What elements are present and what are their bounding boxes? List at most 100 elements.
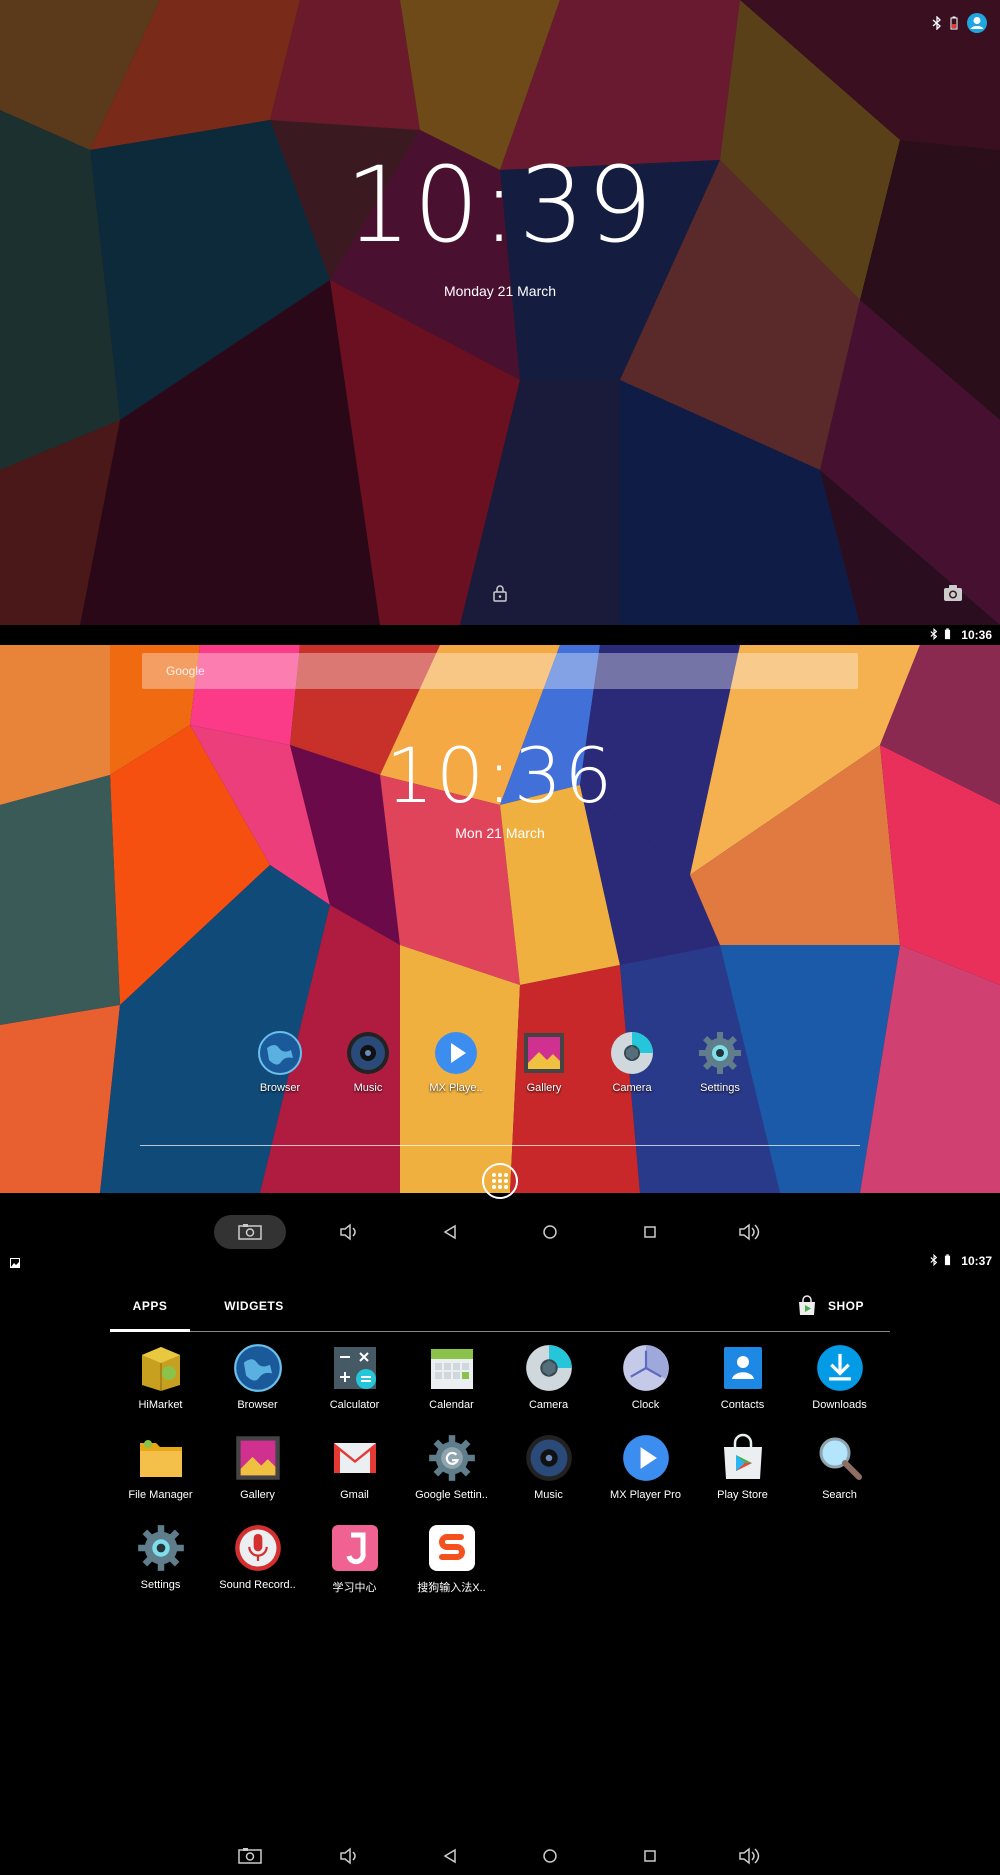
hotseat-browser[interactable]: Browser bbox=[240, 1030, 320, 1094]
mx-player-icon bbox=[435, 1032, 477, 1074]
home-wallpaper bbox=[0, 645, 1000, 1193]
app-gmail[interactable]: Gmail bbox=[306, 1433, 403, 1501]
hotseat-music[interactable]: Music bbox=[328, 1030, 408, 1094]
home-button[interactable] bbox=[530, 1213, 570, 1251]
volume-up-button[interactable] bbox=[730, 1213, 770, 1251]
volume-up-icon bbox=[739, 1847, 760, 1865]
app-clock[interactable]: Clock bbox=[597, 1343, 694, 1411]
calculator-icon bbox=[333, 1347, 376, 1389]
app-play-store[interactable]: Play Store bbox=[694, 1433, 791, 1501]
study-center-icon bbox=[331, 1525, 378, 1571]
recents-button[interactable] bbox=[630, 1837, 670, 1875]
apps-grid-icon bbox=[492, 1173, 508, 1189]
volume-down-button[interactable] bbox=[330, 1837, 370, 1875]
gallery-icon bbox=[235, 1436, 280, 1480]
back-icon bbox=[443, 1224, 456, 1240]
tab-apps[interactable]: APPS bbox=[110, 1283, 190, 1332]
app-calculator[interactable]: Calculator bbox=[306, 1343, 403, 1411]
camera-shortcut-icon[interactable] bbox=[943, 584, 963, 607]
app-gallery[interactable]: Gallery bbox=[209, 1433, 306, 1501]
drawer-status-bar: 10:37 bbox=[0, 1251, 1000, 1271]
app-grid: HiMarket Browser Calculator Calendar Cam… bbox=[112, 1343, 888, 1595]
back-button[interactable] bbox=[430, 1213, 470, 1251]
app-downloads[interactable]: Downloads bbox=[791, 1343, 888, 1411]
sound-recorder-icon bbox=[234, 1525, 281, 1571]
back-button[interactable] bbox=[430, 1837, 470, 1875]
status-time: 10:37 bbox=[961, 1254, 992, 1268]
google-search-label: Google bbox=[166, 664, 205, 678]
back-icon bbox=[443, 1848, 456, 1864]
recents-button[interactable] bbox=[630, 1213, 670, 1251]
app-sound-recorder[interactable]: Sound Record.. bbox=[209, 1523, 306, 1595]
drawer-tabs: APPS WIDGETS SHOP bbox=[110, 1283, 890, 1332]
bluetooth-icon bbox=[932, 15, 942, 35]
tab-widgets[interactable]: WIDGETS bbox=[214, 1283, 294, 1329]
battery-icon bbox=[944, 627, 951, 643]
status-time: 10:36 bbox=[961, 628, 992, 642]
home-button[interactable] bbox=[530, 1837, 570, 1875]
hotseat-settings[interactable]: Settings bbox=[680, 1030, 760, 1094]
drawer-navigation-bar bbox=[0, 1837, 1000, 1875]
app-mx-player[interactable]: MX Player Pro bbox=[597, 1433, 694, 1501]
camera-icon bbox=[525, 1345, 572, 1391]
volume-up-button[interactable] bbox=[730, 1837, 770, 1875]
file-manager-icon bbox=[139, 1440, 182, 1477]
app-browser[interactable]: Browser bbox=[209, 1343, 306, 1411]
volume-down-button[interactable] bbox=[330, 1213, 370, 1251]
volume-up-icon bbox=[739, 1223, 760, 1241]
bluetooth-icon bbox=[930, 1253, 938, 1269]
settings-icon bbox=[699, 1032, 741, 1074]
app-music[interactable]: Music bbox=[500, 1433, 597, 1501]
calendar-icon bbox=[430, 1349, 473, 1389]
app-camera[interactable]: Camera bbox=[500, 1343, 597, 1411]
screenshot-button[interactable] bbox=[230, 1213, 270, 1251]
lock-screen: 10:39 Monday 21 March bbox=[0, 0, 1000, 625]
bluetooth-icon bbox=[930, 627, 938, 643]
gallery-icon bbox=[524, 1033, 564, 1073]
all-apps-button[interactable] bbox=[482, 1163, 518, 1199]
shop-bag-icon bbox=[798, 1295, 815, 1315]
home-icon bbox=[543, 1225, 557, 1239]
battery-icon bbox=[944, 1253, 951, 1269]
camera-icon bbox=[611, 1032, 653, 1074]
home-date: Mon 21 March bbox=[455, 825, 545, 841]
app-sogou-input[interactable]: 搜狗输入法X.. bbox=[403, 1523, 500, 1595]
himarket-icon bbox=[141, 1347, 180, 1391]
app-settings[interactable]: Settings bbox=[112, 1523, 209, 1595]
app-search[interactable]: Search bbox=[791, 1433, 888, 1501]
home-screen: 10:36 Google 10:36 Mon 21 March Browser … bbox=[0, 625, 1000, 1213]
home-navigation-bar bbox=[0, 1213, 1000, 1251]
mx-player-icon bbox=[622, 1435, 669, 1481]
screenshot-icon bbox=[238, 1848, 262, 1864]
app-himarket[interactable]: HiMarket bbox=[112, 1343, 209, 1411]
hotseat-gallery[interactable]: Gallery bbox=[504, 1030, 584, 1094]
drawer-status-icons: 10:37 bbox=[0, 1251, 1000, 1271]
shop-button[interactable]: SHOP bbox=[784, 1283, 864, 1329]
app-contacts[interactable]: Contacts bbox=[694, 1343, 791, 1411]
screenshot-button[interactable] bbox=[230, 1837, 270, 1875]
app-google-settings[interactable]: Google Settin.. bbox=[403, 1433, 500, 1501]
lock-wallpaper bbox=[0, 0, 1000, 625]
hotseat-camera[interactable]: Camera bbox=[592, 1030, 672, 1094]
lock-icon[interactable] bbox=[491, 584, 509, 607]
gmail-icon bbox=[333, 1443, 376, 1473]
lock-date: Monday 21 March bbox=[443, 283, 557, 299]
home-status-bar: 10:36 bbox=[0, 625, 1000, 645]
browser-icon bbox=[258, 1031, 302, 1075]
hotseat-divider bbox=[140, 1145, 860, 1146]
play-store-icon bbox=[723, 1433, 762, 1479]
music-icon bbox=[347, 1032, 389, 1074]
browser-icon bbox=[233, 1344, 282, 1392]
app-study-center[interactable]: 学习中心 bbox=[306, 1523, 403, 1595]
google-search-bar[interactable]: Google bbox=[142, 653, 858, 689]
app-file-manager[interactable]: File Manager bbox=[112, 1433, 209, 1501]
sogou-input-icon bbox=[428, 1525, 475, 1571]
app-calendar[interactable]: Calendar bbox=[403, 1343, 500, 1411]
screenshot-icon bbox=[238, 1224, 262, 1240]
volume-down-icon bbox=[340, 1223, 356, 1241]
clock-icon bbox=[622, 1345, 669, 1391]
hotseat-mx-player[interactable]: MX Playe.. bbox=[416, 1030, 496, 1094]
home-hotseat: Browser Music MX Playe.. Gallery Camera … bbox=[240, 1030, 760, 1094]
settings-icon bbox=[137, 1525, 184, 1571]
user-avatar-icon[interactable] bbox=[966, 12, 988, 39]
